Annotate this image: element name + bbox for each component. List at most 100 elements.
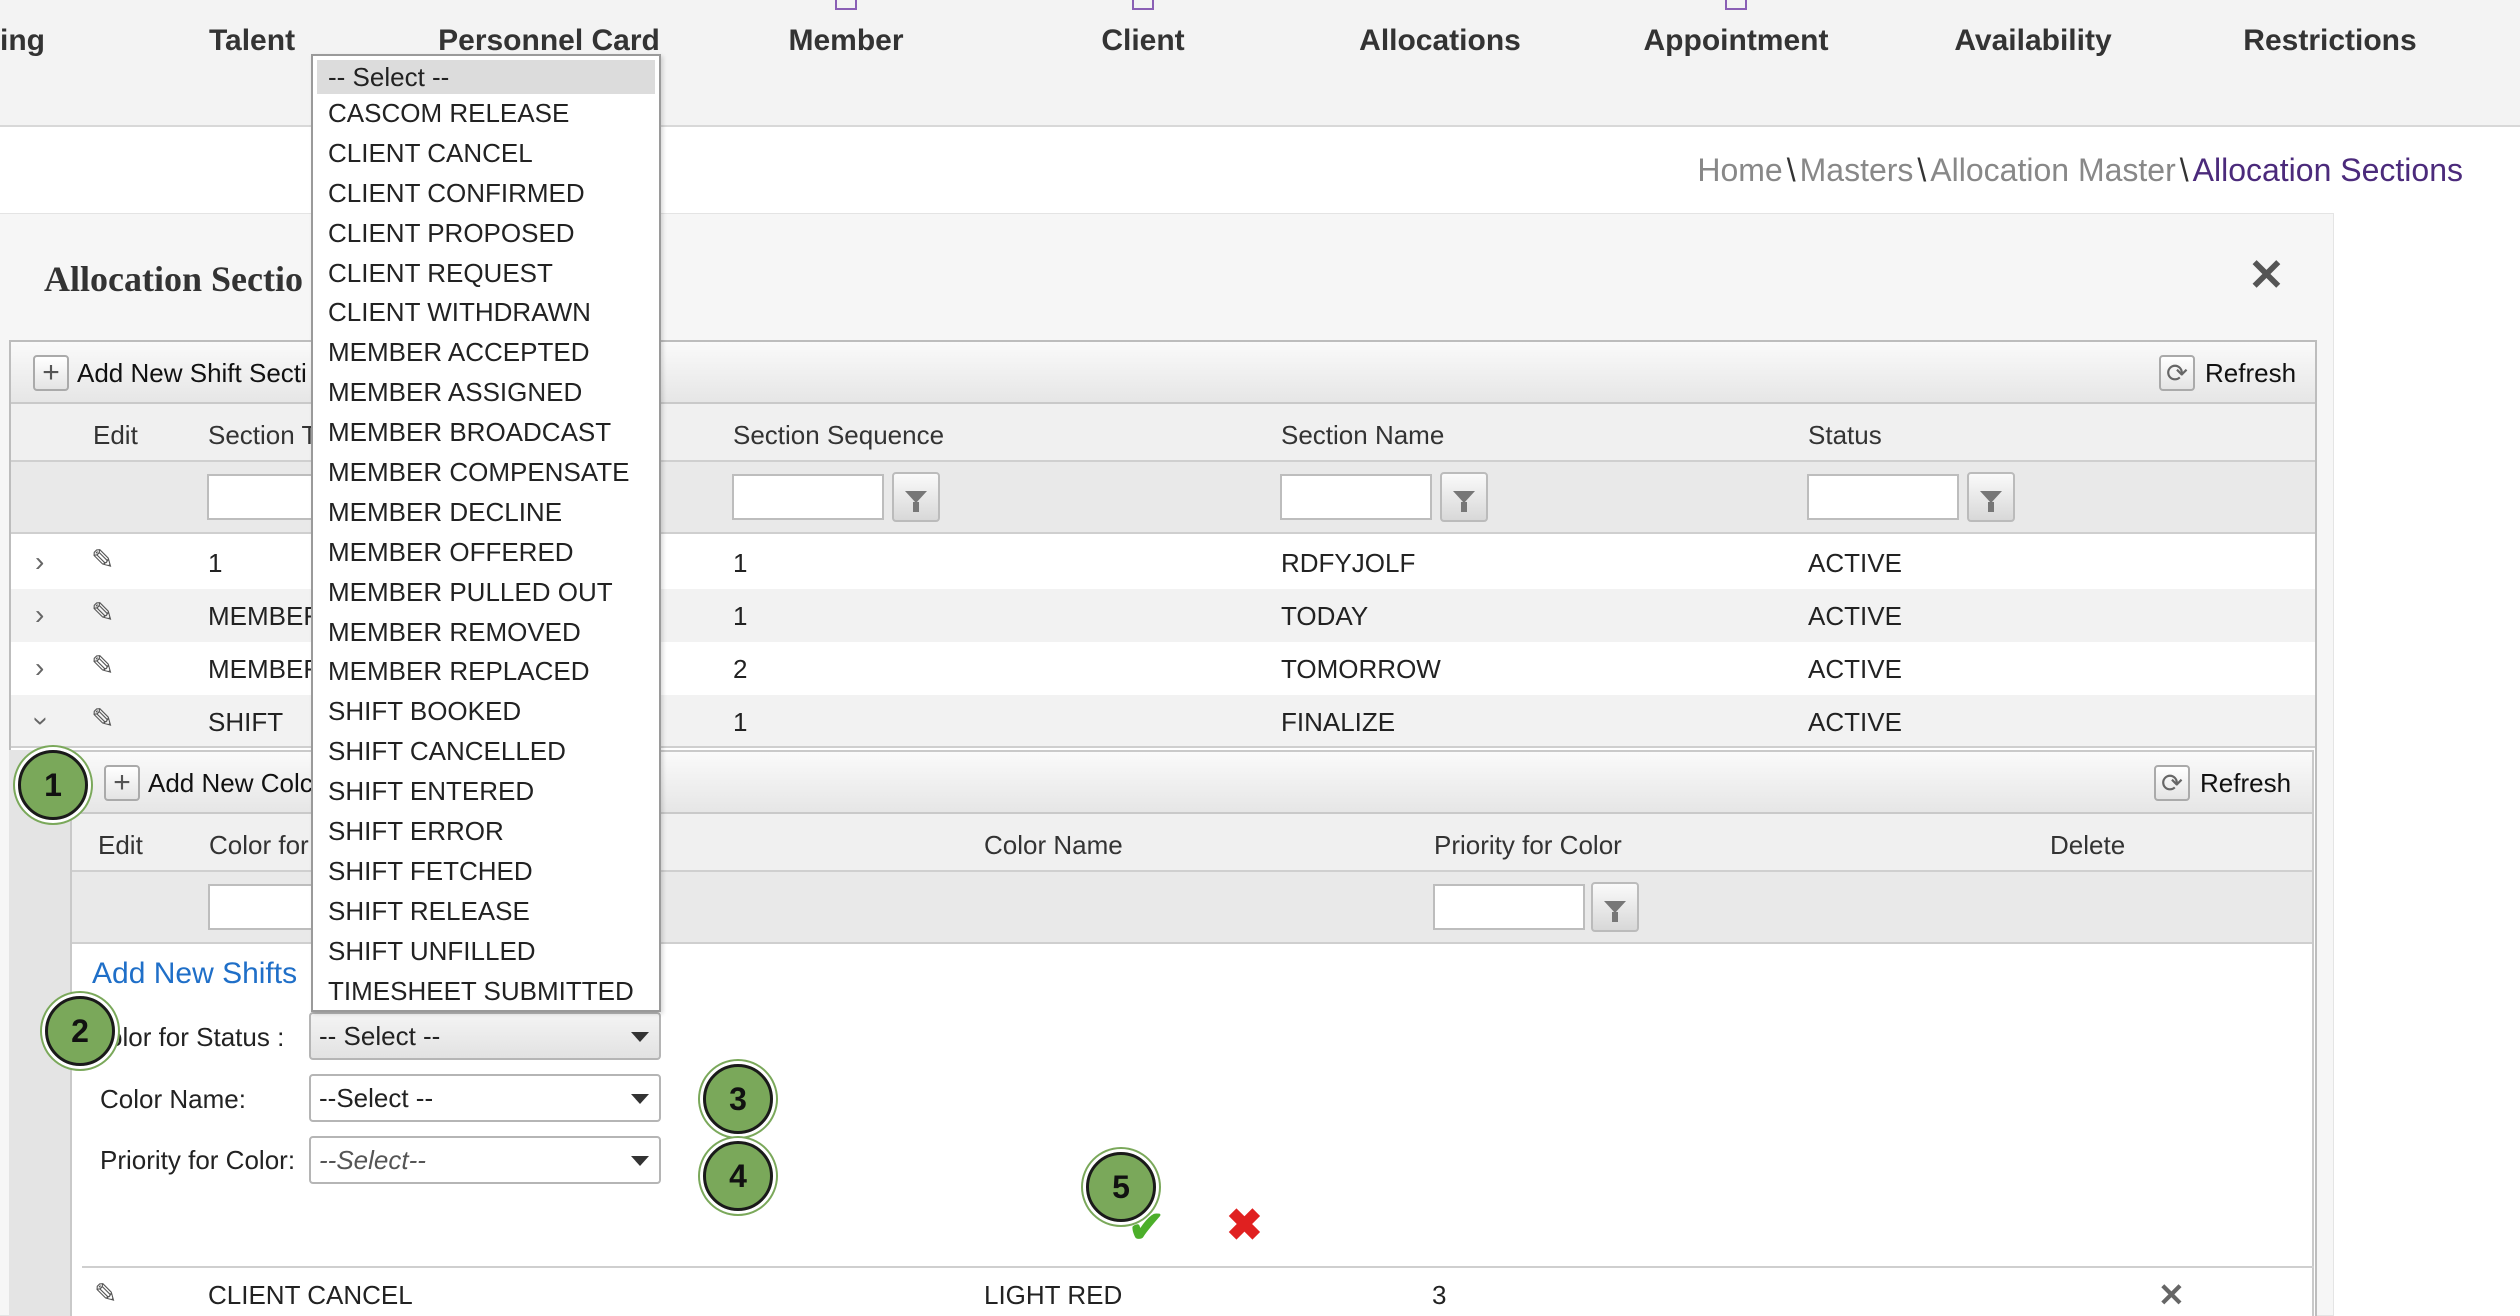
dropdown-option[interactable]: CLIENT CONFIRMED <box>313 174 659 214</box>
col-priority[interactable]: Priority for Color <box>1434 830 1622 861</box>
dropdown-option[interactable]: MEMBER REPLACED <box>313 652 659 692</box>
dropdown-option[interactable]: SHIFT ENTERED <box>313 772 659 812</box>
edit-pencil-icon[interactable]: ✎ <box>91 599 114 627</box>
filter-icon[interactable] <box>1591 882 1639 932</box>
dropdown-option[interactable]: MEMBER BROADCAST <box>313 413 659 453</box>
client-nav-icon <box>1132 0 1154 10</box>
nav-item-allocations[interactable]: Allocations <box>1359 24 1521 58</box>
dropdown-option[interactable]: MEMBER ASSIGNED <box>313 373 659 413</box>
nav-item-partial[interactable]: ing <box>0 24 45 58</box>
col-section-sequence[interactable]: Section Sequence <box>733 420 944 451</box>
nav-item-member[interactable]: Member <box>788 24 903 58</box>
edit-pencil-icon[interactable]: ✎ <box>91 652 114 680</box>
dropdown-option[interactable]: MEMBER ACCEPTED <box>313 333 659 373</box>
nav-item-appointment[interactable]: Appointment <box>1644 24 1829 58</box>
cell-priority: 3 <box>1432 1280 1447 1310</box>
color-status-select[interactable]: -- Select -- <box>309 1012 661 1060</box>
breadcrumb-home[interactable]: Home <box>1697 152 1782 188</box>
dropdown-option[interactable]: SHIFT BOOKED <box>313 692 659 732</box>
color-name-value: --Select -- <box>319 1083 434 1113</box>
member-nav-icon <box>835 0 857 10</box>
priority-label: Priority for Color: <box>100 1145 296 1175</box>
filter-icon[interactable] <box>1440 472 1488 522</box>
detail-refresh-button[interactable]: ⟳ Refresh <box>2154 763 2291 803</box>
cell-name: TOMORROW <box>1281 654 1441 684</box>
breadcrumb-separator: \ <box>1917 152 1927 188</box>
refresh-button[interactable]: ⟳ Refresh <box>2159 353 2296 393</box>
chevron-right-icon[interactable]: › <box>35 601 44 629</box>
breadcrumb-allocation-master[interactable]: Allocation Master <box>1930 152 2175 188</box>
appointment-nav-icon <box>1725 0 1747 10</box>
col-edit: Edit <box>98 830 143 860</box>
plus-icon: + <box>33 355 69 391</box>
plus-icon: + <box>104 765 140 801</box>
dropdown-option[interactable]: MEMBER OFFERED <box>313 533 659 573</box>
table-row[interactable]: ✎ CLIENT CANCEL LIGHT RED 3 ✕ <box>82 1266 2314 1316</box>
dropdown-option[interactable]: CLIENT CANCEL <box>313 134 659 174</box>
dropdown-option[interactable]: SHIFT UNFILLED <box>313 932 659 972</box>
breadcrumb: Home \ Masters \ Allocation Master \ Allocatio… <box>1697 152 2463 189</box>
caret-down-icon <box>631 1032 649 1042</box>
col-status[interactable]: Status <box>1808 420 1882 451</box>
filter-icon[interactable] <box>892 472 940 522</box>
dropdown-option[interactable]: MEMBER REMOVED <box>313 613 659 653</box>
filter-status-input[interactable] <box>1807 474 1959 520</box>
add-section-label: Add New Shift Secti <box>77 357 307 388</box>
cell-status: ACTIVE <box>1808 654 1902 684</box>
nav-item-restrictions[interactable]: Restrictions <box>2243 24 2416 58</box>
chevron-right-icon[interactable]: › <box>35 548 44 576</box>
dropdown-option[interactable]: MEMBER PULLED OUT <box>313 573 659 613</box>
dropdown-option[interactable]: -- Select -- <box>317 60 655 94</box>
color-name-select[interactable]: --Select -- <box>309 1074 661 1122</box>
col-edit: Edit <box>93 420 138 450</box>
dropdown-option[interactable]: MEMBER COMPENSATE <box>313 453 659 493</box>
nav-item-client[interactable]: Client <box>1101 24 1184 58</box>
color-status-label: olor for Status : <box>108 1022 285 1052</box>
col-color-for[interactable]: Color for <box>209 830 309 861</box>
col-color-name[interactable]: Color Name <box>984 830 1123 861</box>
color-name-label: Color Name: <box>100 1084 246 1114</box>
cell-status: ACTIVE <box>1808 548 1902 578</box>
dropdown-option[interactable]: CLIENT REQUEST <box>313 254 659 294</box>
cell-sequence: 1 <box>733 601 748 631</box>
chevron-down-icon[interactable]: › <box>27 716 58 725</box>
nav-item-availability[interactable]: Availability <box>1954 24 2111 58</box>
breadcrumb-separator: \ <box>2179 152 2189 188</box>
cell-sequence: 1 <box>733 548 748 578</box>
filter-name-input[interactable] <box>1280 474 1432 520</box>
priority-select[interactable]: --Select-- <box>309 1136 661 1184</box>
cell-name: FINALIZE <box>1281 707 1396 737</box>
edit-pencil-icon[interactable]: ✎ <box>91 546 114 574</box>
filter-sequence-input[interactable] <box>732 474 884 520</box>
filter-priority-input[interactable] <box>1433 884 1585 930</box>
col-section-name[interactable]: Section Name <box>1281 420 1444 451</box>
edit-pencil-icon[interactable]: ✎ <box>91 705 114 733</box>
refresh-icon: ⟳ <box>2154 765 2190 801</box>
color-status-value: -- Select -- <box>319 1021 441 1051</box>
dropdown-option[interactable]: SHIFT ERROR <box>313 812 659 852</box>
dropdown-option[interactable]: MEMBER DECLINE <box>313 493 659 533</box>
breadcrumb-masters[interactable]: Masters <box>1800 152 1914 188</box>
dropdown-option[interactable]: SHIFT RELEASE <box>313 892 659 932</box>
add-section-button[interactable]: + Add New Shift Secti <box>33 353 307 393</box>
edit-pencil-icon[interactable]: ✎ <box>94 1280 117 1308</box>
dropdown-option[interactable]: SHIFT CANCELLED <box>313 732 659 772</box>
nav-item-personnel-card[interactable]: Personnel Card <box>438 24 660 58</box>
chevron-right-icon[interactable]: › <box>35 654 44 682</box>
nav-item-talent[interactable]: Talent <box>209 24 295 58</box>
delete-icon[interactable]: ✕ <box>2158 1276 2185 1314</box>
cancel-x-icon[interactable]: ✖ <box>1226 1204 1263 1248</box>
filter-icon[interactable] <box>1967 472 2015 522</box>
col-section-type[interactable]: Section T <box>208 420 317 451</box>
dropdown-option[interactable]: CLIENT PROPOSED <box>313 214 659 254</box>
breadcrumb-separator: \ <box>1786 152 1796 188</box>
dropdown-option[interactable]: TIMESHEET SUBMITTED <box>313 972 659 1012</box>
add-color-button[interactable]: + Add New Colc <box>104 763 313 803</box>
dropdown-option[interactable]: CLIENT WITHDRAWN <box>313 293 659 333</box>
dropdown-option[interactable]: CASCOM RELEASE <box>313 94 659 134</box>
refresh-label: Refresh <box>2205 357 2297 388</box>
cell-sequence: 2 <box>733 654 748 684</box>
dropdown-option[interactable]: SHIFT FETCHED <box>313 852 659 892</box>
close-icon[interactable]: ✕ <box>2248 254 2285 298</box>
step-badge-1: 1 <box>18 750 88 820</box>
